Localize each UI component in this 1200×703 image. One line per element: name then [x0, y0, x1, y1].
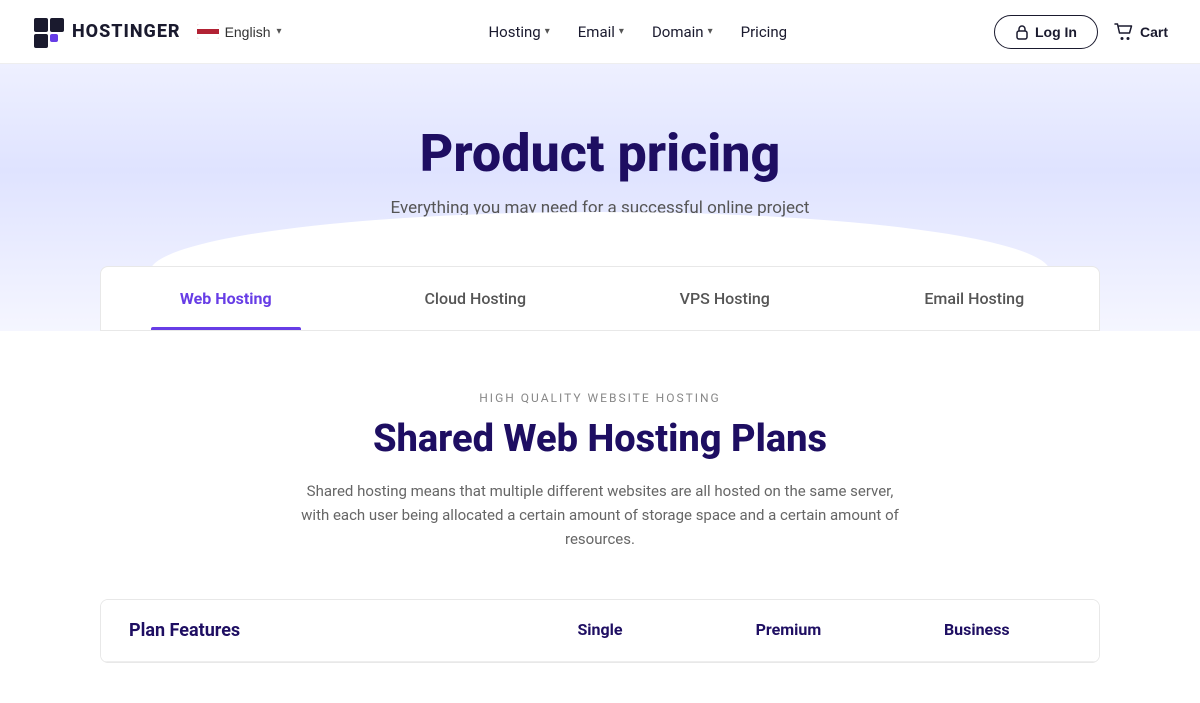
nav-pricing-label: Pricing [741, 23, 787, 41]
cart-button[interactable]: Cart [1114, 23, 1168, 41]
logo[interactable]: HOSTINGER [32, 16, 181, 48]
language-selector[interactable]: English ▾ [197, 24, 282, 40]
logo-icon [32, 16, 64, 48]
nav-email-label: Email [578, 23, 615, 41]
tab-cloud-hosting[interactable]: Cloud Hosting [351, 267, 601, 330]
nav-actions: Log In Cart [994, 15, 1168, 49]
login-label: Log In [1035, 24, 1077, 40]
hero-title: Product pricing [32, 124, 1168, 184]
tab-email-label: Email Hosting [924, 289, 1024, 308]
cart-label: Cart [1140, 24, 1168, 40]
plan-table: Plan Features Single Premium Business [100, 599, 1100, 663]
nav-domain[interactable]: Domain ▾ [652, 23, 713, 41]
chevron-down-icon: ▾ [276, 26, 281, 37]
plan-features-label: Plan Features [129, 620, 506, 641]
hero-section: Product pricing Everything you may need … [0, 64, 1200, 331]
cart-icon [1114, 23, 1134, 41]
tab-web-hosting[interactable]: Web Hosting [101, 267, 351, 330]
nav-domain-label: Domain [652, 23, 704, 41]
navbar: HOSTINGER English ▾ Hosting ▾ Email ▾ Do… [0, 0, 1200, 64]
plan-header-row: Plan Features Single Premium Business [101, 600, 1099, 662]
lock-icon [1015, 24, 1029, 40]
plan-business-header: Business [883, 620, 1071, 641]
login-button[interactable]: Log In [994, 15, 1098, 49]
tab-vps-hosting[interactable]: VPS Hosting [600, 267, 850, 330]
section-tag: HIGH QUALITY WEBSITE HOSTING [32, 391, 1168, 405]
tab-cloud-label: Cloud Hosting [424, 289, 526, 308]
tab-vps-label: VPS Hosting [680, 289, 770, 308]
nav-hosting-label: Hosting [488, 23, 540, 41]
brand-name: HOSTINGER [72, 21, 181, 42]
nav-hosting[interactable]: Hosting ▾ [488, 23, 549, 41]
tab-email-hosting[interactable]: Email Hosting [850, 267, 1100, 330]
plan-single-header: Single [506, 620, 694, 641]
section-title: Shared Web Hosting Plans [32, 417, 1168, 461]
tab-web-label: Web Hosting [180, 289, 272, 308]
nav-left: HOSTINGER English ▾ [32, 16, 282, 48]
language-label: English [225, 24, 271, 40]
nav-email[interactable]: Email ▾ [578, 23, 624, 41]
chevron-down-icon: ▾ [545, 26, 550, 37]
nav-pricing[interactable]: Pricing [741, 23, 787, 41]
flag-icon [197, 24, 219, 39]
chevron-down-icon: ▾ [708, 26, 713, 37]
chevron-down-icon: ▾ [619, 26, 624, 37]
nav-links: Hosting ▾ Email ▾ Domain ▾ Pricing [488, 23, 787, 41]
main-content: HIGH QUALITY WEBSITE HOSTING Shared Web … [0, 331, 1200, 703]
hosting-tabs: Web Hosting Cloud Hosting VPS Hosting Em… [100, 266, 1100, 331]
section-description: Shared hosting means that multiple diffe… [300, 479, 900, 551]
hero-subtitle: Everything you may need for a successful… [32, 198, 1168, 218]
plan-premium-header: Premium [694, 620, 882, 641]
